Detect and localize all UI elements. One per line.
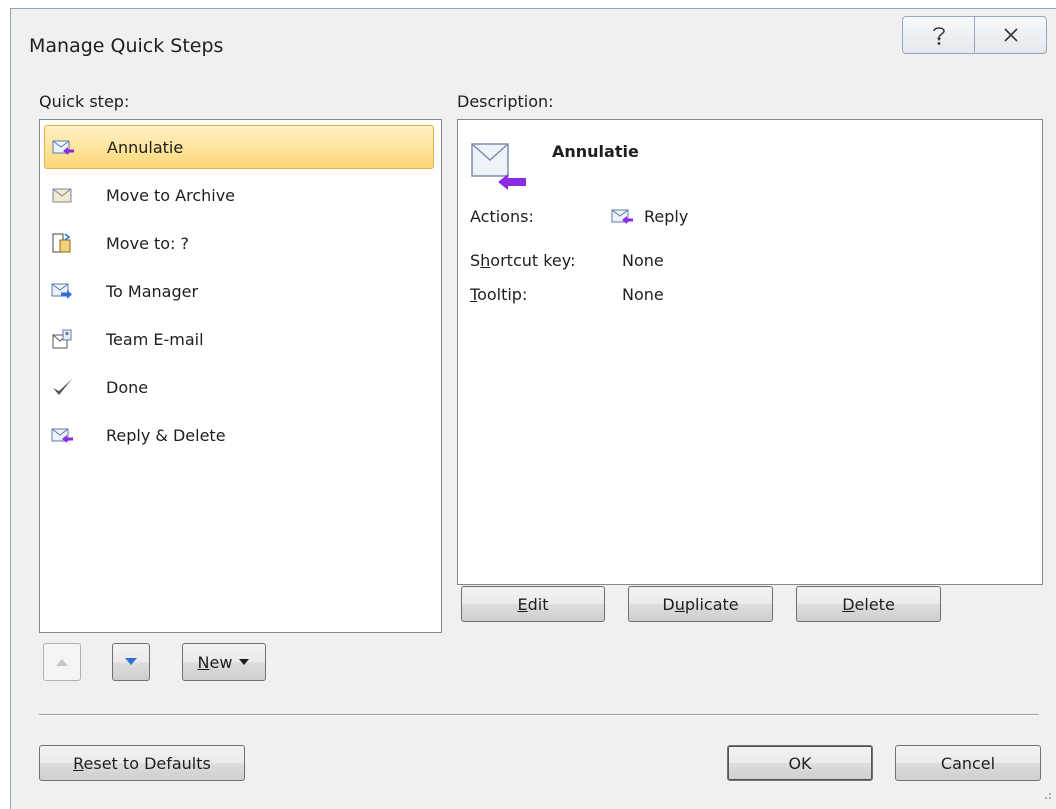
close-icon	[1003, 28, 1018, 42]
list-item-label: Done	[106, 377, 149, 397]
dropdown-arrow-icon	[239, 659, 250, 665]
reply-icon	[610, 204, 634, 233]
ok-button[interactable]: OK	[727, 745, 873, 781]
list-item-to-manager[interactable]: To Manager	[44, 269, 434, 313]
delete-button-label: Delete	[842, 594, 895, 614]
separator	[39, 714, 1039, 716]
title-bar-buttons	[902, 16, 1047, 54]
list-item-reply-delete[interactable]: Reply & Delete	[44, 413, 434, 457]
quick-step-label: Quick step:	[39, 92, 130, 111]
delete-button[interactable]: Delete	[796, 586, 941, 622]
cancel-button[interactable]: Cancel	[895, 745, 1041, 781]
close-button[interactable]	[974, 17, 1046, 53]
help-icon	[932, 27, 945, 45]
reply-delete-icon	[50, 423, 74, 447]
list-item-done[interactable]: Done	[44, 365, 434, 409]
dialog-title: Manage Quick Steps	[29, 35, 224, 57]
list-item-move-to-archive[interactable]: Move to Archive	[44, 173, 434, 217]
actions-value: Reply	[644, 207, 689, 226]
checkmark-icon	[50, 375, 74, 399]
list-item-label: Reply & Delete	[106, 425, 226, 445]
duplicate-button[interactable]: Duplicate	[628, 586, 773, 622]
reset-to-defaults-button[interactable]: Reset to Defaults	[39, 745, 245, 781]
forward-icon	[50, 279, 74, 303]
edit-button-label: Edit	[517, 594, 549, 614]
list-item-label: Annulatie	[107, 137, 184, 157]
quick-step-list[interactable]: Annulatie Move to Archive Move to: ? To …	[39, 119, 442, 633]
move-up-button[interactable]	[43, 643, 81, 681]
edit-button[interactable]: Edit	[461, 586, 605, 622]
reply-delete-large-icon	[468, 132, 528, 201]
shortcut-key-value: None	[622, 251, 664, 270]
resize-grip-icon[interactable]	[1042, 785, 1052, 805]
list-item-label: Move to Archive	[106, 185, 236, 205]
new-button[interactable]: New	[182, 643, 266, 681]
new-button-label: New	[197, 652, 233, 672]
description-label: Description:	[457, 92, 554, 111]
list-item-team-email[interactable]: Team E-mail	[44, 317, 434, 361]
reply-delete-icon	[51, 135, 75, 159]
envelope-icon	[50, 183, 74, 207]
help-button[interactable]	[903, 17, 974, 53]
list-item-annulatie[interactable]: Annulatie	[44, 125, 434, 169]
reset-button-label: Reset to Defaults	[73, 753, 211, 773]
arrow-up-icon	[56, 659, 68, 666]
move-folder-icon	[50, 231, 74, 255]
tooltip-label: Tooltip:	[470, 285, 528, 304]
tooltip-value: None	[622, 285, 664, 304]
move-down-button[interactable]	[112, 643, 150, 681]
manage-quick-steps-dialog: Manage Quick Steps Quick step: Annulatie	[10, 8, 1056, 809]
list-item-move-to[interactable]: Move to: ?	[44, 221, 434, 265]
actions-label: Actions:	[470, 207, 534, 226]
list-item-label: To Manager	[106, 281, 199, 301]
team-email-icon	[50, 327, 74, 351]
list-item-label: Move to: ?	[106, 233, 190, 253]
description-box: Annulatie Actions: Reply Shortcut key: N…	[457, 119, 1043, 585]
list-item-label: Team E-mail	[106, 329, 204, 349]
shortcut-key-label: Shortcut key:	[470, 251, 576, 270]
duplicate-button-label: Duplicate	[662, 594, 739, 614]
arrow-down-icon	[125, 658, 137, 665]
description-title: Annulatie	[552, 142, 639, 161]
